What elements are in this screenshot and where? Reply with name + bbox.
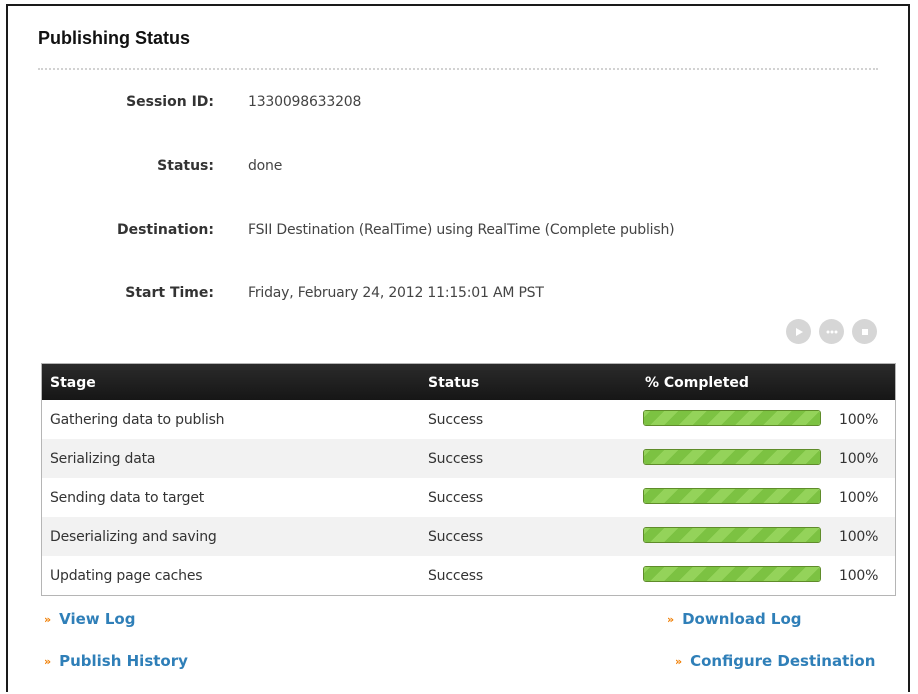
pause-icon: [826, 330, 837, 333]
stage-cell: Sending data to target: [50, 490, 205, 506]
header-stage: Stage: [50, 375, 96, 391]
stage-cell: Serializing data: [50, 451, 156, 467]
progress-bar: [643, 566, 821, 582]
publish-history-label: Publish History: [59, 652, 188, 670]
status-label: Status:: [157, 158, 214, 174]
progress-bar: [643, 449, 821, 465]
double-chevron-icon: »: [675, 655, 683, 668]
table-row: Gathering data to publish Success 100%: [42, 400, 895, 439]
header-status: Status: [428, 375, 480, 391]
progress-fill: [644, 528, 820, 542]
table-row: Updating page caches Success 100%: [42, 556, 895, 595]
publish-history-link[interactable]: » Publish History: [44, 652, 188, 670]
play-button[interactable]: [786, 319, 811, 344]
table-row: Serializing data Success 100%: [42, 439, 895, 478]
progress-bar: [643, 410, 821, 426]
stage-cell: Deserializing and saving: [50, 529, 217, 545]
percent-cell: 100%: [839, 568, 879, 584]
panel-title: Publishing Status: [38, 28, 191, 48]
stop-button[interactable]: [852, 319, 877, 344]
download-log-label: Download Log: [682, 610, 802, 628]
title-divider: [38, 68, 878, 70]
session-id-value: 1330098633208: [248, 94, 362, 110]
double-chevron-icon: »: [667, 613, 675, 626]
progress-fill: [644, 567, 820, 581]
status-cell: Success: [428, 412, 483, 428]
status-cell: Success: [428, 529, 483, 545]
table-body: Gathering data to publish Success 100% Seri…: [42, 400, 895, 595]
table-row: Sending data to target Success 100%: [42, 478, 895, 517]
configure-destination-label: Configure Destination: [690, 652, 876, 670]
progress-fill: [644, 489, 820, 503]
status-cell: Success: [428, 451, 483, 467]
table-row: Deserializing and saving Success 100%: [42, 517, 895, 556]
view-log-label: View Log: [59, 610, 136, 628]
progress-fill: [644, 411, 820, 425]
stop-icon: [861, 328, 868, 335]
play-icon: [795, 327, 803, 336]
status-value: done: [248, 158, 283, 174]
table-header: Stage Status % Completed: [42, 364, 895, 400]
status-cell: Success: [428, 490, 483, 506]
progress-bar: [643, 527, 821, 543]
start-time-label: Start Time:: [125, 285, 214, 301]
double-chevron-icon: »: [44, 655, 52, 668]
publish-controls: [786, 319, 877, 344]
percent-cell: 100%: [839, 529, 879, 545]
stage-table: Stage Status % Completed Gathering data …: [41, 363, 896, 596]
double-chevron-icon: »: [44, 613, 52, 626]
pause-button[interactable]: [819, 319, 844, 344]
view-log-link[interactable]: » View Log: [44, 610, 135, 628]
destination-label: Destination:: [116, 222, 214, 238]
download-log-link[interactable]: » Download Log: [667, 610, 802, 628]
destination-value: FSII Destination (RealTime) using RealTi…: [248, 222, 675, 238]
configure-destination-link[interactable]: » Configure Destination: [675, 652, 875, 670]
progress-fill: [644, 450, 820, 464]
publishing-status-panel: Publishing Status Session ID: 1330098633…: [6, 4, 910, 692]
header-completed: % Completed: [645, 375, 749, 391]
start-time-value: Friday, February 24, 2012 11:15:01 AM PS…: [248, 285, 544, 301]
stage-cell: Updating page caches: [50, 568, 203, 584]
percent-cell: 100%: [839, 412, 879, 428]
percent-cell: 100%: [839, 490, 879, 506]
percent-cell: 100%: [839, 451, 879, 467]
stage-cell: Gathering data to publish: [50, 412, 225, 428]
session-id-label: Session ID:: [126, 94, 214, 110]
progress-bar: [643, 488, 821, 504]
status-cell: Success: [428, 568, 483, 584]
